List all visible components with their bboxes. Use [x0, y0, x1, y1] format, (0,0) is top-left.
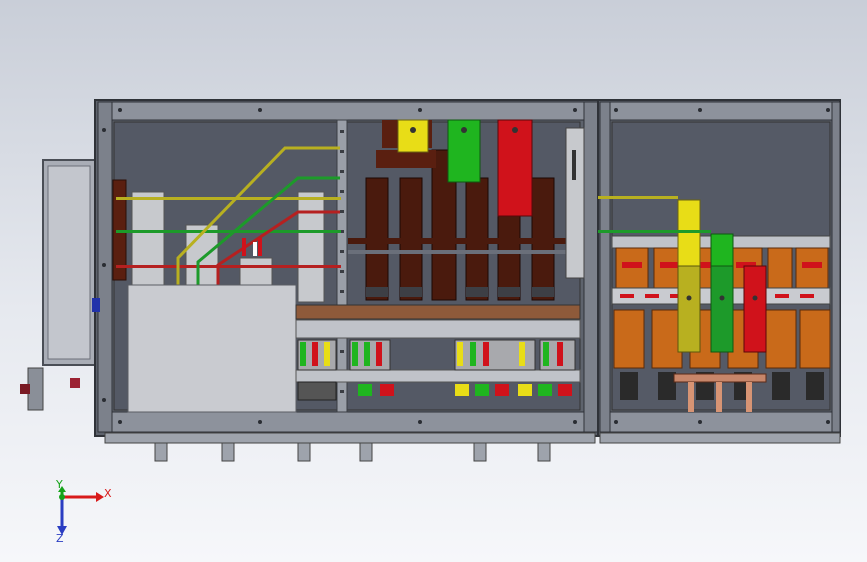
y-axis-label: Y: [55, 478, 63, 491]
cad-viewport[interactable]: X Y Z: [0, 0, 867, 562]
x-axis-arrowhead: [96, 492, 104, 502]
switchgear-cabinet-model: X Y Z: [20, 99, 841, 545]
axis-triad: X Y Z: [55, 478, 112, 545]
side-enclosure: [20, 159, 96, 411]
z-axis-label: Z: [56, 532, 64, 545]
x-axis-label: X: [104, 487, 112, 500]
